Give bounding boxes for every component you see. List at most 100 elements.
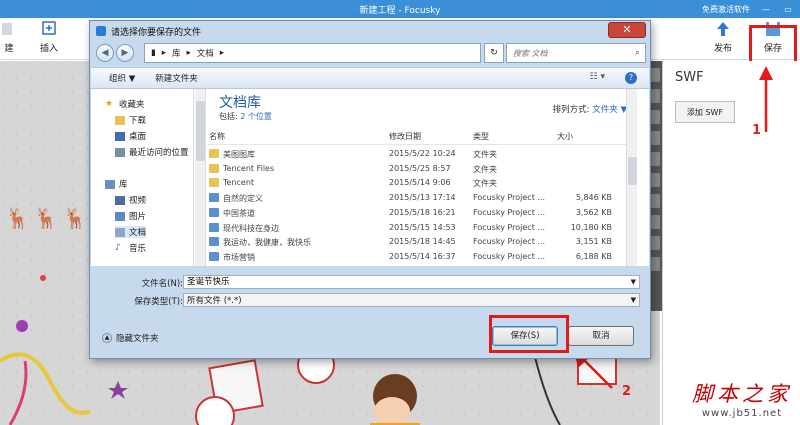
- folder-icon: [209, 163, 219, 173]
- help-icon[interactable]: ?: [625, 72, 637, 84]
- chevron-down-icon[interactable]: ▼: [631, 296, 636, 304]
- publish-button-label: 发布: [714, 44, 733, 54]
- filename-label: 文件名(N):: [141, 279, 183, 289]
- nav-videos[interactable]: 视频: [115, 194, 146, 206]
- file-size: 3,562 KB: [575, 207, 612, 217]
- column-name[interactable]: 名称: [209, 131, 225, 142]
- file-list-scroll-thumb[interactable]: [628, 157, 637, 185]
- nav-scrollbar[interactable]: [195, 89, 206, 266]
- search-icon: ⌕: [634, 48, 640, 58]
- nav-libraries[interactable]: 库: [105, 178, 128, 190]
- minimize-icon[interactable]: —: [760, 5, 772, 14]
- column-type[interactable]: 类型: [473, 131, 489, 142]
- file-list-scrollbar[interactable]: [626, 89, 637, 266]
- nav-documents[interactable]: 文档: [115, 226, 147, 238]
- save-file-dialog: 请选择你要保存的文件 ✕ ◀ ▶ ▮ ▸ 库 ▸ 文档 ▸ ↻ ⌕ 组织 ▼ 新…: [89, 20, 651, 359]
- library-locations-link[interactable]: 2 个位置: [240, 112, 272, 121]
- file-row[interactable]: 自然的定义 2015/5/13 17:14 Focusky Project ... 5…: [207, 191, 627, 206]
- filename-field[interactable]: ▼: [183, 275, 640, 289]
- folder-icon: [209, 149, 219, 158]
- nav-favorites-label: 收藏夹: [119, 100, 145, 110]
- hide-folders-label: 隐藏文件夹: [116, 334, 159, 344]
- address-bar[interactable]: ▮ ▸ 库 ▸ 文档 ▸: [144, 43, 481, 63]
- save-button-highlight-box: [489, 315, 569, 353]
- forward-icon[interactable]: ▶: [116, 44, 134, 62]
- arrange-by: 排列方式: 文件夹 ▼: [553, 103, 627, 115]
- breadcrumb-documents[interactable]: 文档: [197, 47, 214, 59]
- file-type: 文件夹: [473, 150, 497, 159]
- site-watermark: 脚本之家 www.jb51.net: [692, 378, 792, 419]
- file-row[interactable]: Tencent 2015/5/14 9:06 文件夹: [207, 176, 627, 191]
- publish-icon: [717, 22, 729, 36]
- file-name: 中国茶道: [223, 208, 255, 218]
- cancel-button[interactable]: 取消: [568, 326, 634, 346]
- nav-music[interactable]: ♪ 音乐: [115, 242, 146, 254]
- add-swf-button[interactable]: 添加 SWF: [675, 101, 735, 123]
- column-date[interactable]: 修改日期: [389, 131, 421, 142]
- maximize-icon[interactable]: ▭: [782, 5, 794, 14]
- filename-input[interactable]: [187, 276, 617, 286]
- search-input[interactable]: [513, 48, 623, 58]
- back-icon[interactable]: ◀: [96, 44, 114, 62]
- annotation-step-2: 2: [622, 384, 632, 399]
- column-size[interactable]: 大小: [557, 131, 573, 142]
- breadcrumb-sep-icon: ▸: [161, 48, 166, 58]
- chevron-down-icon[interactable]: ▼: [631, 278, 636, 286]
- publish-button[interactable]: 发布: [714, 21, 732, 54]
- file-row[interactable]: 市场营销 2015/5/14 16:37 Focusky Project ... 6,…: [207, 250, 627, 265]
- recent-places-icon: [115, 147, 125, 157]
- strip-tool-icon[interactable]: [650, 89, 660, 103]
- strip-tool-icon[interactable]: [650, 173, 660, 187]
- column-header: 名称 修改日期 类型 大小: [207, 129, 627, 145]
- file-row[interactable]: 美图图库 2015/5/22 10:24 文件夹: [207, 147, 627, 162]
- promo-link[interactable]: 免费激活软件: [702, 4, 750, 15]
- library-icon: [105, 179, 115, 189]
- video-icon: [115, 195, 125, 205]
- nav-downloads[interactable]: 下载: [115, 114, 146, 126]
- strip-tool-icon[interactable]: [650, 131, 660, 145]
- nav-favorites[interactable]: ★ 收藏夹: [105, 98, 145, 110]
- watermark-logo-text: 脚本之家: [692, 382, 792, 406]
- file-type: Focusky Project ...: [473, 193, 546, 203]
- new-button-label: 建: [4, 44, 14, 54]
- refresh-icon[interactable]: ↻: [484, 43, 504, 63]
- insert-button[interactable]: 插入: [40, 21, 58, 54]
- nav-downloads-label: 下载: [129, 116, 147, 126]
- file-size: 6,188 KB: [575, 251, 612, 261]
- file-size: 5,846 KB: [575, 193, 612, 203]
- new-folder-button[interactable]: 新建文件夹: [155, 72, 198, 84]
- app-icon: [96, 26, 106, 36]
- strip-tool-icon[interactable]: [650, 257, 660, 271]
- breadcrumb-library[interactable]: 库: [172, 47, 181, 59]
- nav-pictures[interactable]: 图片: [115, 210, 146, 222]
- file-row[interactable]: 中国茶道 2015/5/18 16:21 Focusky Project ... 3,…: [207, 206, 627, 221]
- strip-tool-icon[interactable]: [650, 194, 660, 208]
- strip-tool-icon[interactable]: [650, 215, 660, 229]
- app-title: 新建工程 - Focusky: [359, 6, 441, 16]
- library-includes-label: 包括:: [219, 112, 238, 121]
- filetype-select[interactable]: 所有文件 (*.*) ▼: [183, 293, 640, 307]
- new-button[interactable]: 建: [0, 21, 18, 54]
- strip-tool-icon[interactable]: [650, 236, 660, 250]
- file-type: Focusky Project ...: [473, 207, 546, 217]
- file-row[interactable]: 我运动，我健康，我快乐 2015/5/18 14:45 Focusky Projec…: [207, 235, 627, 250]
- nav-scroll-thumb[interactable]: [196, 101, 205, 161]
- file-date: 2015/5/18 16:21: [389, 207, 456, 217]
- view-options-icon[interactable]: ☷ ▾: [590, 72, 605, 82]
- file-row[interactable]: Tencent Files 2015/5/25 8:57 文件夹: [207, 162, 627, 177]
- file-row[interactable]: 现代科技在身边 2015/5/15 14:53 Focusky Project ..…: [207, 221, 627, 236]
- strip-tool-icon[interactable]: [650, 110, 660, 124]
- file-date: 2015/5/13 17:14: [389, 193, 456, 203]
- search-box[interactable]: ⌕: [506, 43, 646, 63]
- strip-tool-icon[interactable]: [650, 152, 660, 166]
- file-name: 自然的定义: [223, 194, 263, 204]
- hide-folders-toggle[interactable]: ▲ 隐藏文件夹: [102, 332, 159, 344]
- nav-desktop[interactable]: 桌面: [115, 130, 146, 142]
- folder-icon: ▮: [151, 48, 156, 58]
- nav-recent[interactable]: 最近访问的位置: [115, 146, 189, 158]
- close-icon[interactable]: ✕: [608, 22, 646, 38]
- arrange-dropdown[interactable]: 文件夹 ▼: [592, 105, 627, 115]
- organize-menu[interactable]: 组织 ▼: [109, 72, 135, 84]
- strip-tool-icon[interactable]: [650, 68, 660, 82]
- breadcrumb-sep-icon: ▸: [186, 48, 191, 58]
